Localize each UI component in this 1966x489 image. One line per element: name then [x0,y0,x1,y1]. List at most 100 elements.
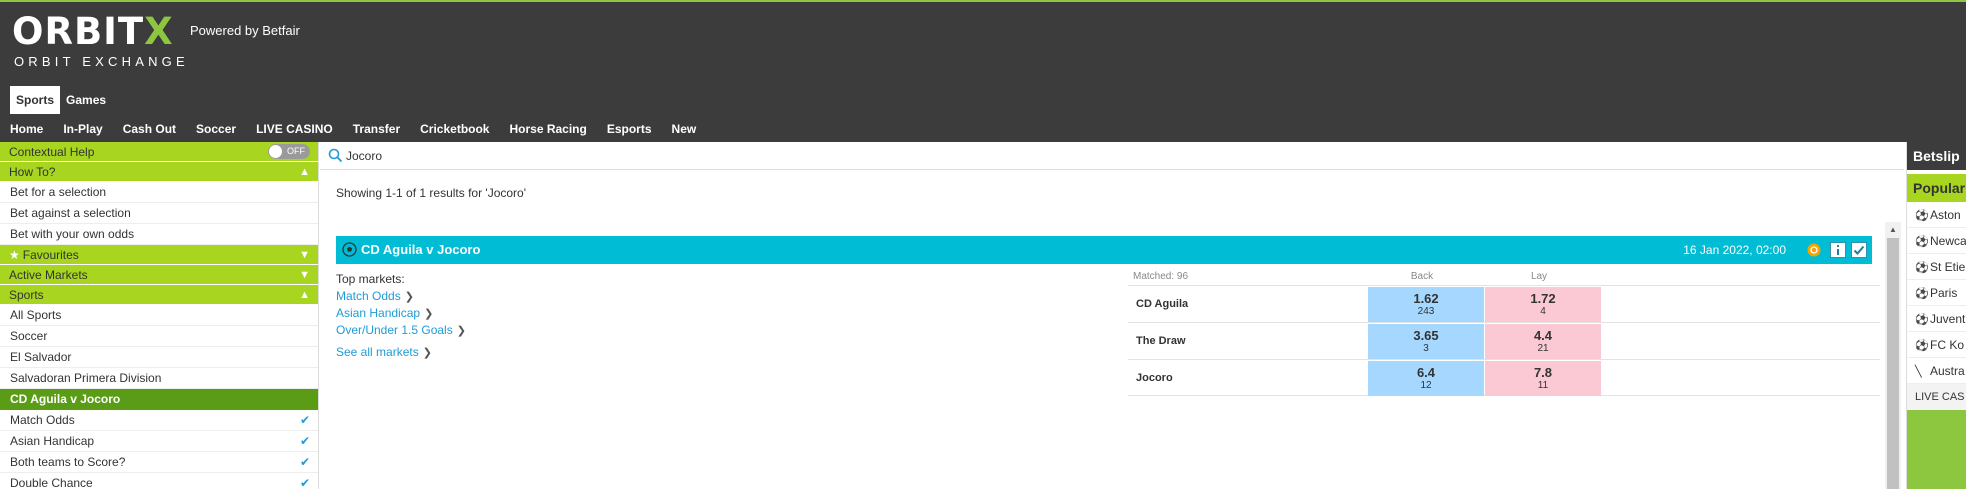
sidebar-event-selected[interactable]: CD Aguila v Jocoro [0,389,318,410]
matched-amount: Matched: 96 [1133,271,1189,282]
popular-item-label: Paris [1930,286,1958,300]
popular-item[interactable]: ⚽Paris [1907,280,1966,306]
chevron-right-icon: ❯ [456,325,466,337]
betslip-title[interactable]: Betslip [1907,142,1966,170]
popular-live-casino[interactable]: LIVE CAS [1907,384,1966,410]
runner-row: Jocoro 6.4 12 7.8 11 [1128,359,1880,396]
popular-item[interactable]: ⚽FC Ko [1907,332,1966,358]
back-odds-button[interactable]: 3.65 3 [1368,324,1484,359]
market-label: Asian Handicap [10,434,95,448]
scroll-up-icon[interactable]: ▲ [1889,225,1897,234]
top-markets-label: Top markets: [336,272,405,286]
soccer-ball-icon: ⚽ [1915,236,1929,248]
how-to-item[interactable]: Bet against a selection [0,203,318,224]
nav-cricketbook[interactable]: Cricketbook [410,116,499,142]
sidebar-market-item[interactable]: Match Odds ✔ [0,410,318,431]
chevron-down-icon: ▼ [299,249,310,261]
nav-new[interactable]: New [662,116,707,142]
popular-item[interactable]: ⚽Aston [1907,202,1966,228]
event-date: 16 Jan 2022, 02:00 [1683,243,1786,257]
popular-item[interactable]: ⚽Newca [1907,228,1966,254]
back-odds-button[interactable]: 1.62 243 [1368,287,1484,322]
tab-sports[interactable]: Sports [10,86,61,114]
active-markets-label: Active Markets [9,268,88,282]
nav-home[interactable]: Home [0,116,53,142]
sidebar-market-item[interactable]: Double Chance ✔ [0,473,318,489]
header: ORBITX ORBIT EXCHANGE Powered by Betfair… [0,0,1966,142]
popular-item[interactable]: ⚽Juvent [1907,306,1966,332]
sidebar-market-item[interactable]: Both teams to Score? ✔ [0,452,318,473]
betslip-panel: Betslip Popular ⚽Aston ⚽Newca ⚽St Etie ⚽… [1906,142,1966,489]
sidebar-item-primera-division[interactable]: Salvadoran Primera Division [0,368,318,389]
popular-item-label: Juvent [1930,312,1966,326]
check-icon: ✔ [299,413,310,427]
popular-item-label: Austra [1930,364,1965,378]
market-link-label: Match Odds [336,289,401,303]
nav-esports[interactable]: Esports [597,116,662,142]
market-link-asian-handicap[interactable]: Asian Handicap ❯ [336,306,466,323]
popular-item-label: FC Ko [1930,338,1965,352]
odds-price: 1.72 [1530,291,1556,306]
see-all-markets-link[interactable]: See all markets ❯ [336,345,466,359]
lay-odds-button[interactable]: 1.72 4 [1485,287,1601,322]
nav-cash-out[interactable]: Cash Out [113,116,186,142]
soccer-ball-icon: ⚽ [1915,340,1929,352]
soccer-ball-icon: ⚽ [1915,262,1929,274]
logo-x: X [144,10,174,53]
runner-name: The Draw [1136,335,1186,347]
popular-item[interactable]: ⚽St Etie [1907,254,1966,280]
market-label: Match Odds [10,413,75,427]
chevron-right-icon: ❯ [424,308,434,320]
check-icon[interactable] [1851,242,1867,258]
odds-size: 21 [1537,343,1549,354]
popular-item[interactable]: ╲ Austra [1907,358,1966,384]
scrollbar[interactable]: ▲ [1885,222,1901,489]
tab-games[interactable]: Games [60,86,112,114]
in-play-icon [1807,243,1821,257]
sidebar-market-item[interactable]: Asian Handicap ✔ [0,431,318,452]
active-markets-header[interactable]: Active Markets ▼ [0,265,318,285]
how-to-label: How To? [9,165,56,179]
market-link-label: Asian Handicap [336,306,421,320]
popular-header: Popular [1907,174,1966,202]
lay-odds-button[interactable]: 7.8 11 [1485,361,1601,396]
check-icon: ✔ [299,455,310,469]
favourites-label: Favourites [22,248,79,262]
event-header[interactable]: CD Aguila v Jocoro 16 Jan 2022, 02:00 [336,236,1872,264]
market-link-match-odds[interactable]: Match Odds ❯ [336,289,466,306]
logo-subtitle: ORBIT EXCHANGE [14,54,189,69]
nav-in-play[interactable]: In-Play [53,116,112,142]
top-tabs: Sports Games [10,86,112,114]
favourites-header[interactable]: ★ Favourites ▼ [0,245,318,265]
popular-item-label: Aston [1930,208,1961,222]
scrollbar-thumb[interactable] [1887,238,1899,489]
orbitx-logo[interactable]: ORBITX ORBIT EXCHANGE [12,13,185,69]
market-label: Double Chance [10,476,93,489]
sidebar-item-all-sports[interactable]: All Sports [0,305,318,326]
back-column-header: Back [1410,271,1434,282]
how-to-header[interactable]: How To? ▲ [0,162,318,182]
how-to-item[interactable]: Bet with your own odds [0,224,318,245]
see-all-label: See all markets [336,345,419,359]
info-icon[interactable] [1830,242,1846,258]
chevron-right-icon: ❯ [422,347,432,359]
market-link-over-under[interactable]: Over/Under 1.5 Goals ❯ [336,323,466,340]
event-title[interactable]: CD Aguila v Jocoro [361,236,480,264]
runner-row: The Draw 3.65 3 4.4 21 [1128,322,1880,359]
nav-live-casino[interactable]: LIVE CASINO [246,116,343,142]
sports-header[interactable]: Sports ▲ [0,285,318,305]
nav-horse-racing[interactable]: Horse Racing [499,116,596,142]
nav-soccer[interactable]: Soccer [186,116,246,142]
search-input[interactable] [346,147,1046,165]
logo-main: ORBIT [12,10,145,53]
how-to-item[interactable]: Bet for a selection [0,182,318,203]
lay-odds-button[interactable]: 4.4 21 [1485,324,1601,359]
sidebar-item-el-salvador[interactable]: El Salvador [0,347,318,368]
nav-transfer[interactable]: Transfer [343,116,410,142]
main-nav: Home In-Play Cash Out Soccer LIVE CASINO… [0,116,706,142]
back-odds-button[interactable]: 6.4 12 [1368,361,1484,396]
contextual-help-toggle[interactable]: OFF [268,144,310,159]
toggle-label: OFF [287,146,305,156]
sidebar-item-soccer[interactable]: Soccer [0,326,318,347]
soccer-ball-icon: ⚽ [1915,288,1929,300]
